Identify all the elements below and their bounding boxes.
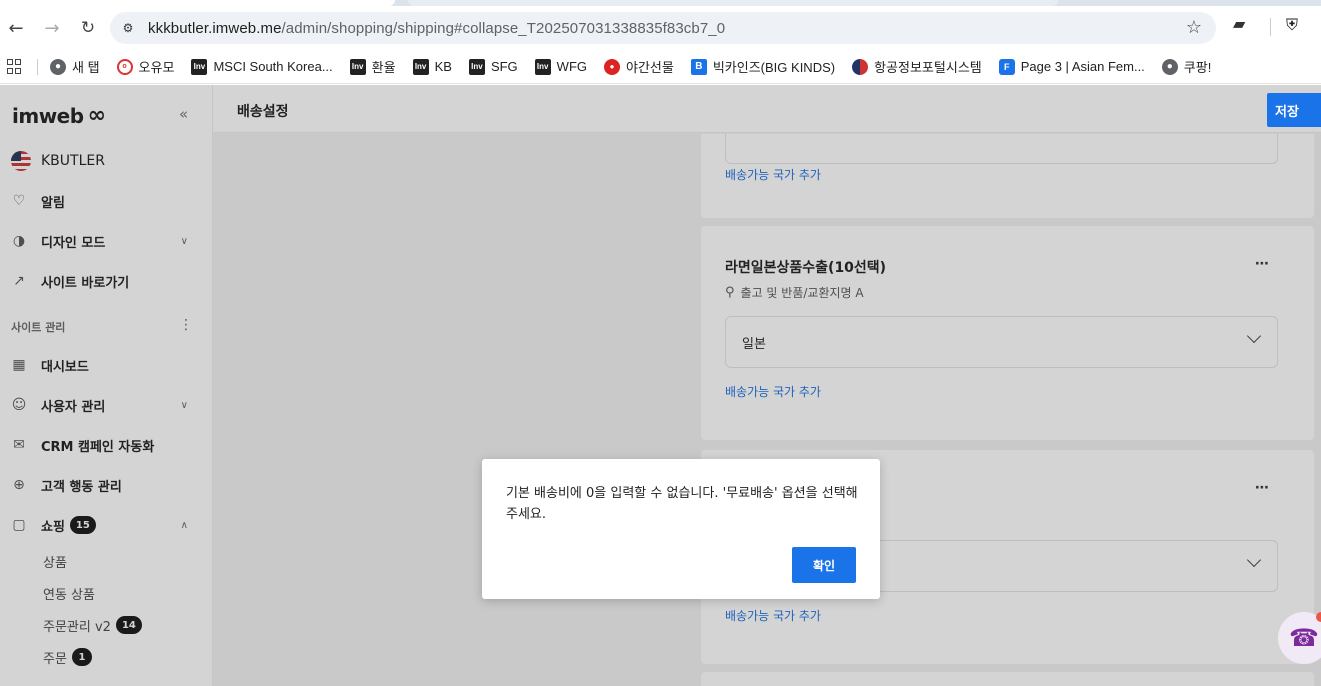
bookmark-item[interactable]: F Page 3 | Asian Fem... xyxy=(998,58,1145,75)
headset-icon: ☎ xyxy=(1289,624,1319,652)
help-chat-button[interactable]: ☎ xyxy=(1278,612,1321,664)
reload-icon[interactable]: ↻ xyxy=(74,14,102,42)
toolbar-divider xyxy=(1270,18,1271,36)
apps-grid-icon[interactable] xyxy=(7,58,23,75)
inv-icon: Inv xyxy=(191,58,208,75)
site-settings-icon[interactable]: ⚙ xyxy=(120,20,136,36)
confirm-button[interactable]: 확인 xyxy=(792,547,856,583)
bookmark-label: 오유모 xyxy=(138,60,175,75)
url-host: kkkbutler.imweb.me xyxy=(148,19,282,37)
inv-icon: Inv xyxy=(349,58,366,75)
bookmark-item[interactable]: Inv 환율 xyxy=(349,57,396,76)
bookmark-label: SFG xyxy=(490,59,518,74)
bookmark-label: 빅카인즈(BIG KINDS) xyxy=(712,60,836,75)
bookmark-item[interactable]: 항공정보포털시스템 xyxy=(852,57,982,76)
extensions-icon[interactable]: ▰ xyxy=(1233,14,1245,33)
save-button[interactable]: 저장 xyxy=(1267,93,1321,127)
back-arrow-icon[interactable]: ← xyxy=(2,14,30,42)
address-bar[interactable]: ⚙ kkkbutler.imweb.me/admin/shopping/ship… xyxy=(110,12,1216,44)
b-logo-icon: B xyxy=(690,58,707,75)
url-text[interactable]: kkkbutler.imweb.me/admin/shopping/shippi… xyxy=(148,20,725,37)
bookmarks-bar: ● 새 탭 o 오유모 Inv MSCI South Korea... Inv 환율 I… xyxy=(0,50,1321,84)
bookmark-label: KB xyxy=(434,59,452,74)
bookmark-label: MSCI South Korea... xyxy=(213,59,333,74)
bookmark-item[interactable]: Inv WFG xyxy=(534,58,587,75)
inv-icon: Inv xyxy=(468,58,485,75)
bookmark-item[interactable]: Inv SFG xyxy=(468,58,518,75)
flag-logo-icon xyxy=(852,58,869,75)
bookmark-label: Page 3 | Asian Fem... xyxy=(1020,59,1145,74)
bookmarks-divider xyxy=(37,58,38,75)
bookmark-item[interactable]: ● 쿠팡! xyxy=(1161,57,1212,76)
globe-icon: ● xyxy=(1161,58,1178,75)
bookmark-label: 항공정보포털시스템 xyxy=(874,60,982,75)
inv-icon: Inv xyxy=(412,58,429,75)
bookmark-label: WFG xyxy=(556,59,587,74)
forward-arrow-icon[interactable]: → xyxy=(38,14,66,42)
globe-icon: ● xyxy=(50,58,66,75)
bookmark-label: 쿠팡! xyxy=(1183,60,1212,75)
browser-toolbar: ← → ↻ ⚙ kkkbutler.imweb.me/admin/shoppin… xyxy=(0,6,1321,50)
inv-icon: Inv xyxy=(534,58,551,75)
bookmark-item[interactable]: ● 야간선물 xyxy=(604,57,674,76)
page-icon: F xyxy=(998,58,1015,75)
notification-dot xyxy=(1316,612,1321,622)
bookmark-label: 야간선물 xyxy=(626,60,674,75)
bookmark-item[interactable]: B 빅카인즈(BIG KINDS) xyxy=(690,57,836,76)
dialog-message: 기본 배송비에 0을 입력할 수 없습니다. '무료배송' 옵션을 선택해 주세… xyxy=(506,486,858,522)
bookmark-item[interactable]: Inv KB xyxy=(412,58,452,75)
red-logo-icon: ● xyxy=(604,58,620,75)
profile-shield-icon[interactable]: ⛨ xyxy=(1286,15,1298,35)
alert-dialog: 기본 배송비에 0을 입력할 수 없습니다. '무료배송' 옵션을 선택해 주세… xyxy=(482,459,880,599)
bookmark-star-icon[interactable]: ☆ xyxy=(1186,17,1202,38)
bookmark-label: 새 탭 xyxy=(72,60,100,75)
circle-logo-icon: o xyxy=(116,58,133,75)
bookmark-item[interactable]: Inv MSCI South Korea... xyxy=(191,58,333,75)
url-path: /admin/shopping/shipping#collapse_T20250… xyxy=(281,19,726,37)
bookmark-label: 환율 xyxy=(371,60,396,75)
bookmark-item[interactable]: ● 새 탭 xyxy=(50,57,100,76)
bookmark-item[interactable]: o 오유모 xyxy=(116,57,175,76)
